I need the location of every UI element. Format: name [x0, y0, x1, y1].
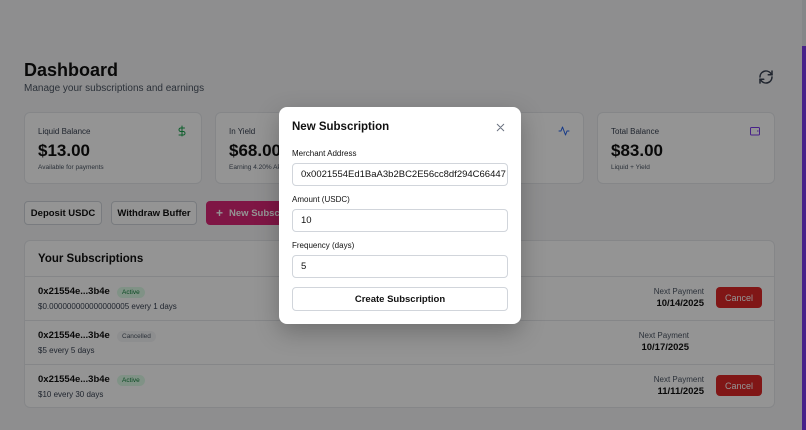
frequency-label: Frequency (days)	[292, 241, 355, 250]
merchant-address-label: Merchant Address	[292, 149, 357, 158]
new-subscription-modal: New Subscription Merchant Address 0x0021…	[279, 107, 521, 324]
amount-input[interactable]: 10	[292, 209, 508, 232]
close-icon[interactable]	[495, 122, 506, 133]
amount-label: Amount (USDC)	[292, 195, 350, 204]
frequency-input[interactable]: 5	[292, 255, 508, 278]
create-subscription-button[interactable]: Create Subscription	[292, 287, 508, 311]
modal-title: New Subscription	[292, 121, 390, 133]
merchant-address-input[interactable]: 0x0021554Ed1BaA3b2BC2E56cc8df294C66447	[292, 163, 508, 186]
